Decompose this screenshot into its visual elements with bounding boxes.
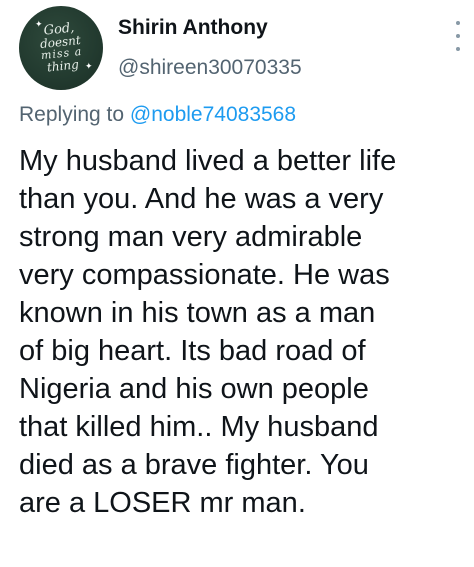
dot xyxy=(456,47,460,51)
tweet-card: God, doesnt miss a thing ✦ ✦ Shirin Anth… xyxy=(0,0,474,567)
replying-to-line: Replying to @noble74083568 xyxy=(19,103,296,127)
avatar-lettering: God, doesnt miss a thing xyxy=(19,6,103,90)
tweet-text: My husband lived a better life than you.… xyxy=(19,145,397,519)
replying-to-label: Replying to xyxy=(19,103,125,126)
star-icon: ✦ xyxy=(85,61,93,71)
author-handle[interactable]: @shireen30070335 xyxy=(118,56,302,80)
author-display-name[interactable]: Shirin Anthony xyxy=(118,16,268,40)
dot xyxy=(456,34,460,38)
dot xyxy=(456,21,460,25)
avatar-text-line-4: thing xyxy=(46,57,80,75)
replying-to-handle-link[interactable]: @noble74083568 xyxy=(130,103,296,126)
star-icon: ✦ xyxy=(35,19,43,29)
more-options-icon[interactable] xyxy=(452,21,464,51)
avatar[interactable]: God, doesnt miss a thing ✦ ✦ xyxy=(19,6,103,90)
